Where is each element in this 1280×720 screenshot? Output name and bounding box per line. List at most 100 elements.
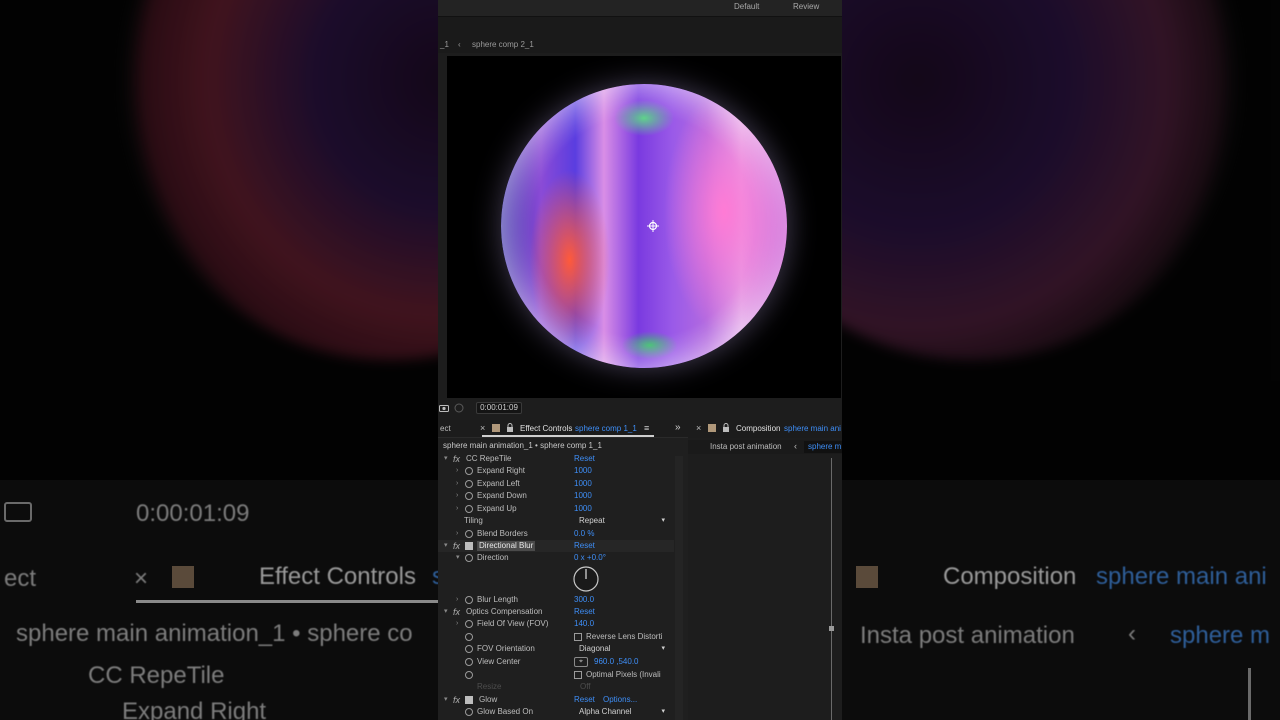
param-field-of-view[interactable]: › Field Of View (FOV) 140.0 bbox=[438, 618, 674, 630]
reset-button[interactable]: Reset bbox=[574, 540, 595, 552]
time-indicator-line[interactable] bbox=[831, 458, 832, 720]
close-icon[interactable]: × bbox=[480, 423, 485, 433]
composition-viewer[interactable] bbox=[447, 56, 841, 398]
expand-arrow-icon[interactable]: › bbox=[456, 618, 458, 630]
stopwatch-icon[interactable] bbox=[465, 554, 473, 562]
effect-header-directional-blur[interactable]: ▾ fx Directional Blur Reset bbox=[438, 540, 674, 552]
param-fov-orientation[interactable]: FOV Orientation Diagonal ▾ bbox=[438, 643, 674, 655]
anchor-point-icon[interactable] bbox=[647, 220, 659, 232]
param-value[interactable]: 1000 bbox=[574, 490, 592, 502]
checkbox-label: Optimal Pixels (Invali bbox=[586, 670, 661, 679]
tab-composition[interactable]: Composition bbox=[736, 424, 780, 433]
chevron-left-icon[interactable]: ‹ bbox=[794, 441, 797, 451]
param-value-disabled: Off bbox=[580, 682, 591, 691]
options-button[interactable]: Options... bbox=[603, 694, 637, 706]
collapse-arrow-icon[interactable]: ▾ bbox=[444, 606, 448, 618]
current-time-display[interactable]: 0:00:01:09 bbox=[476, 402, 522, 414]
param-expand-right[interactable]: › Expand Right 1000 bbox=[438, 465, 674, 477]
param-tiling[interactable]: Tiling Repeat ▾ bbox=[438, 515, 674, 527]
stopwatch-icon[interactable] bbox=[465, 467, 473, 475]
checkbox[interactable] bbox=[574, 671, 582, 679]
fx-icon[interactable]: fx bbox=[453, 694, 460, 706]
expand-arrow-icon[interactable]: › bbox=[456, 528, 458, 540]
collapse-arrow-icon[interactable]: ▾ bbox=[444, 540, 448, 552]
param-blend-borders[interactable]: › Blend Borders 0.0 % bbox=[438, 528, 674, 540]
bg-composition: Composition bbox=[943, 563, 1077, 590]
stopwatch-icon[interactable] bbox=[465, 530, 473, 538]
param-reverse-lens-distortion[interactable]: Reverse Lens Distorti bbox=[438, 631, 674, 643]
param-expand-left[interactable]: › Expand Left 1000 bbox=[438, 478, 674, 490]
breadcrumb-parent[interactable]: Insta post animation bbox=[710, 442, 782, 451]
param-value[interactable]: 960.0 ,540.0 bbox=[594, 656, 638, 668]
effect-controls-scrollbar[interactable] bbox=[675, 456, 683, 720]
panel-menu-icon[interactable]: ≡ bbox=[644, 423, 649, 433]
expand-arrow-icon[interactable]: › bbox=[456, 490, 458, 502]
fx-icon[interactable]: fx bbox=[453, 453, 460, 465]
stopwatch-icon[interactable] bbox=[465, 505, 473, 513]
param-expand-up[interactable]: › Expand Up 1000 bbox=[438, 503, 674, 515]
fx-icon[interactable]: fx bbox=[453, 606, 460, 618]
breadcrumb-current[interactable]: sphere comp 2_1 bbox=[472, 40, 534, 49]
param-value[interactable]: 1000 bbox=[574, 465, 592, 477]
stopwatch-icon[interactable] bbox=[465, 620, 473, 628]
collapse-arrow-icon[interactable]: ▾ bbox=[444, 694, 448, 706]
param-value[interactable]: 1000 bbox=[574, 478, 592, 490]
effect-header-optics-compensation[interactable]: ▾ fx Optics Compensation Reset bbox=[438, 606, 674, 618]
effect-header-cc-repetile[interactable]: ▾ fx CC RepeTile Reset bbox=[438, 453, 674, 465]
lock-icon[interactable] bbox=[722, 423, 730, 432]
param-value[interactable]: 0.0 % bbox=[574, 528, 594, 540]
sphere-sheen bbox=[501, 84, 787, 368]
lock-icon[interactable] bbox=[506, 423, 514, 432]
tiling-dropdown[interactable]: Repeat ▾ bbox=[576, 516, 668, 526]
param-expand-down[interactable]: › Expand Down 1000 bbox=[438, 490, 674, 502]
expand-arrow-icon[interactable]: › bbox=[456, 594, 458, 606]
param-optimal-pixels[interactable]: Optimal Pixels (Invali bbox=[438, 669, 674, 681]
tab-comp-name[interactable]: sphere main ani bbox=[784, 424, 841, 433]
reset-button[interactable]: Reset bbox=[574, 606, 595, 618]
param-value[interactable]: 300.0 bbox=[574, 594, 594, 606]
workspace-tab-review[interactable]: Review bbox=[793, 2, 819, 11]
reset-button[interactable]: Reset bbox=[574, 694, 595, 706]
stopwatch-icon[interactable] bbox=[465, 480, 473, 488]
stopwatch-icon[interactable] bbox=[465, 671, 473, 679]
camera-icon[interactable] bbox=[439, 404, 449, 412]
angle-dial[interactable] bbox=[573, 566, 599, 592]
param-value[interactable]: 140.0 bbox=[574, 618, 594, 630]
param-direction[interactable]: ▾ Direction 0 x +0.0° bbox=[438, 552, 674, 564]
stopwatch-icon[interactable] bbox=[465, 492, 473, 500]
expand-arrow-icon[interactable]: › bbox=[456, 465, 458, 477]
crosshair-icon[interactable]: ⌖ bbox=[574, 657, 588, 667]
stopwatch-icon[interactable] bbox=[465, 658, 473, 666]
color-picker-icon[interactable] bbox=[454, 403, 464, 413]
param-blur-length[interactable]: › Blur Length 300.0 bbox=[438, 594, 674, 606]
tab-comp-name[interactable]: sphere comp 1_1 bbox=[575, 424, 637, 433]
bg-layer-path: sphere main animation_1 • sphere co bbox=[16, 620, 413, 647]
glow-based-on-dropdown[interactable]: Alpha Channel ▾ bbox=[576, 707, 668, 717]
effect-header-glow[interactable]: ▾ fx Glow Reset Options... bbox=[438, 694, 674, 706]
stopwatch-icon[interactable] bbox=[465, 633, 473, 641]
fx-icon[interactable]: fx bbox=[453, 540, 460, 552]
breadcrumb-prev[interactable]: _1 bbox=[440, 40, 449, 49]
expand-arrow-icon[interactable]: › bbox=[456, 478, 458, 490]
param-value[interactable]: 1000 bbox=[574, 503, 592, 515]
breadcrumb-current[interactable]: sphere m bbox=[804, 441, 842, 453]
expand-arrow-icon[interactable]: › bbox=[456, 503, 458, 515]
close-icon[interactable]: × bbox=[696, 423, 701, 433]
checkbox[interactable] bbox=[574, 633, 582, 641]
param-glow-based-on[interactable]: Glow Based On Alpha Channel ▾ bbox=[438, 706, 674, 718]
stopwatch-icon[interactable] bbox=[465, 596, 473, 604]
tab-fragment[interactable]: ect bbox=[440, 424, 451, 433]
stopwatch-icon[interactable] bbox=[465, 708, 473, 716]
fov-orientation-dropdown[interactable]: Diagonal ▾ bbox=[576, 644, 668, 654]
collapse-arrow-icon[interactable]: ▾ bbox=[444, 453, 448, 465]
param-view-center[interactable]: View Center ⌖ 960.0 ,540.0 bbox=[438, 656, 674, 668]
tab-effect-controls[interactable]: Effect Controls bbox=[520, 424, 572, 433]
param-value[interactable]: 0 x +0.0° bbox=[574, 552, 606, 564]
workspace-tab-default[interactable]: Default bbox=[734, 2, 759, 11]
breadcrumb-chevron-icon[interactable]: ‹ bbox=[458, 40, 461, 49]
time-indicator-marker[interactable] bbox=[829, 626, 834, 631]
overflow-icon[interactable]: » bbox=[675, 422, 681, 433]
stopwatch-icon[interactable] bbox=[465, 645, 473, 653]
collapse-arrow-icon[interactable]: ▾ bbox=[456, 552, 460, 564]
reset-button[interactable]: Reset bbox=[574, 453, 595, 465]
